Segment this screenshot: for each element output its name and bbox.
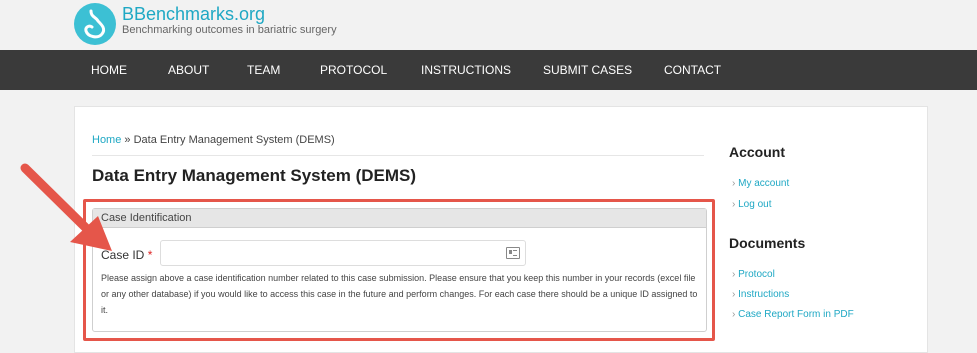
nav-instructions[interactable]: INSTRUCTIONS — [421, 50, 511, 90]
main-nav: HOME ABOUT TEAM PROTOCOL INSTRUCTIONS SU… — [0, 50, 977, 90]
sidebar-link-case-report-form[interactable]: Case Report Form in PDF — [732, 309, 854, 320]
nav-contact[interactable]: CONTACT — [664, 50, 721, 90]
site-name[interactable]: BBenchmarks.org — [122, 4, 265, 24]
breadcrumb-home-link[interactable]: Home — [92, 134, 121, 146]
annotation-arrow-icon — [20, 163, 112, 251]
nav-submit-cases[interactable]: SUBMIT CASES — [543, 50, 632, 90]
breadcrumb-current: Data Entry Management System (DEMS) — [133, 134, 335, 146]
sidebar-link-my-account[interactable]: My account — [732, 178, 789, 189]
nav-team[interactable]: TEAM — [247, 50, 280, 90]
sidebar-link-log-out[interactable]: Log out — [732, 199, 771, 210]
annotation-highlight-box — [83, 199, 715, 341]
breadcrumb-separator: » — [121, 134, 134, 146]
site-logo[interactable] — [74, 3, 116, 45]
nav-home[interactable]: HOME — [91, 50, 127, 90]
site-slogan: Benchmarking outcomes in bariatric surge… — [122, 24, 337, 36]
breadcrumb-divider — [92, 155, 704, 156]
site-header: BBenchmarks.org Benchmarking outcomes in… — [0, 0, 977, 50]
sidebar-documents-heading: Documents — [729, 235, 806, 251]
sidebar-link-protocol[interactable]: Protocol — [732, 269, 775, 280]
breadcrumb: Home » Data Entry Management System (DEM… — [92, 134, 335, 146]
sidebar-account-heading: Account — [729, 144, 785, 160]
nav-protocol[interactable]: PROTOCOL — [320, 50, 387, 90]
sidebar-link-instructions[interactable]: Instructions — [732, 289, 789, 300]
stomach-icon — [84, 9, 106, 39]
nav-about[interactable]: ABOUT — [168, 50, 209, 90]
